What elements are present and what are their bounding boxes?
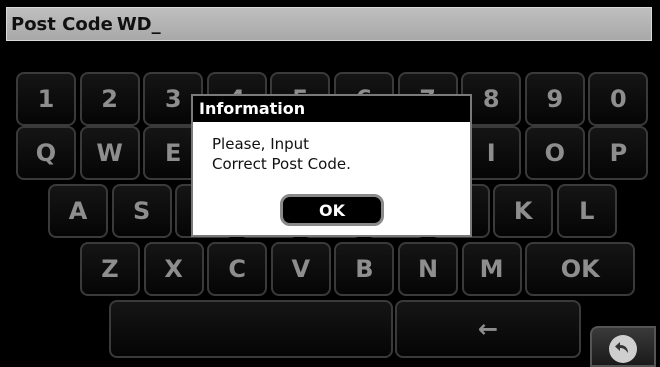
post-code-value: WD_	[116, 13, 161, 35]
input-bar: Post Code WD_	[0, 0, 660, 48]
key-n[interactable]: N	[398, 242, 458, 296]
key-s[interactable]: S	[111, 184, 172, 238]
post-code-label: Post Code	[11, 13, 113, 35]
dialog-message-line-1: Please, Input	[212, 135, 310, 153]
dialog-message-line-2: Correct Post Code.	[212, 155, 351, 173]
key-ok[interactable]: OK	[525, 242, 636, 296]
post-code-field[interactable]: Post Code WD_	[6, 7, 652, 41]
key-x[interactable]: X	[143, 242, 204, 296]
dialog-ok-button[interactable]: OK	[280, 194, 384, 226]
key-o[interactable]: O	[524, 126, 585, 180]
key-b[interactable]: B	[334, 242, 395, 296]
key-p[interactable]: P	[588, 126, 649, 180]
key-w[interactable]: W	[79, 126, 140, 180]
key-space[interactable]	[109, 300, 393, 358]
back-arrow-icon	[609, 335, 637, 363]
back-button[interactable]	[590, 326, 656, 367]
key-1[interactable]: 1	[16, 72, 76, 126]
key-z[interactable]: Z	[80, 242, 140, 296]
key-0[interactable]: 0	[588, 72, 649, 126]
key-q[interactable]: Q	[16, 126, 76, 180]
key-k[interactable]: K	[493, 184, 554, 238]
key-m[interactable]: M	[461, 242, 522, 296]
key-v[interactable]: V	[270, 242, 331, 296]
key-a[interactable]: A	[48, 184, 108, 238]
key-9[interactable]: 9	[524, 72, 585, 126]
information-dialog: Information Please, Input Correct Post C…	[191, 94, 472, 237]
dialog-message: Please, Input Correct Post Code.	[212, 134, 351, 174]
dialog-title: Information	[193, 96, 470, 122]
key-l[interactable]: L	[556, 184, 617, 238]
key-2[interactable]: 2	[79, 72, 140, 126]
key-backspace[interactable]: ←	[395, 300, 581, 358]
key-c[interactable]: C	[207, 242, 268, 296]
